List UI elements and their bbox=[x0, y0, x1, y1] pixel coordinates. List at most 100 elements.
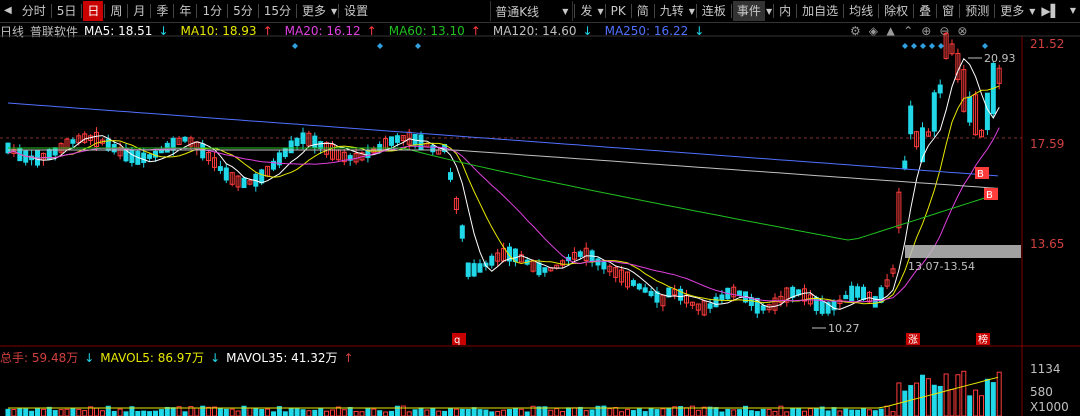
volume-bar bbox=[453, 408, 459, 416]
volume-bar bbox=[489, 411, 495, 416]
volume-bar bbox=[849, 409, 855, 416]
price-axis-top: 21.52 bbox=[1030, 37, 1065, 51]
candle-body bbox=[288, 140, 294, 154]
candle-body bbox=[713, 296, 719, 308]
volume-bar bbox=[560, 410, 566, 416]
volume-bar bbox=[979, 395, 984, 416]
volume-bar bbox=[495, 410, 501, 416]
volume-axis-unit: X1000 bbox=[1030, 400, 1069, 414]
volume-bar bbox=[247, 407, 253, 416]
volume-bar bbox=[701, 406, 707, 416]
candle-body bbox=[931, 92, 937, 132]
volume-bar bbox=[518, 408, 524, 416]
candle-body bbox=[648, 290, 654, 297]
volume-bar bbox=[5, 408, 11, 416]
volume-bar bbox=[660, 408, 666, 416]
candle-body bbox=[902, 160, 908, 170]
volume-bar bbox=[731, 409, 737, 416]
candle-body bbox=[129, 150, 135, 163]
volume-bar bbox=[170, 407, 176, 416]
event-diamond-icon bbox=[929, 43, 935, 49]
volume-bar bbox=[164, 406, 170, 416]
volume-bar bbox=[459, 408, 465, 416]
volume-bar bbox=[318, 407, 324, 416]
volume-bar bbox=[984, 378, 990, 416]
volume-bar bbox=[884, 405, 890, 416]
event-diamond-icon bbox=[292, 43, 298, 49]
candle-body bbox=[819, 300, 825, 314]
event-diamond-icon bbox=[902, 43, 908, 49]
volume-bar bbox=[147, 411, 153, 416]
volume-axis-top: 1134 bbox=[1030, 362, 1061, 376]
volume-bar bbox=[967, 395, 973, 416]
vol-total-dir: ↓ bbox=[84, 350, 95, 365]
volume-bar bbox=[607, 408, 613, 416]
volume-bar bbox=[760, 408, 766, 416]
volume-bar bbox=[412, 409, 418, 416]
volume-bar bbox=[737, 409, 743, 416]
volume-bar bbox=[571, 407, 577, 416]
volume-bar bbox=[566, 407, 571, 416]
vol-mavol5-value: MAVOL5: 86.97万 bbox=[100, 350, 205, 365]
volume-bar bbox=[46, 406, 52, 416]
volume-bar bbox=[477, 409, 483, 416]
volume-bar bbox=[206, 406, 212, 416]
volume-bar bbox=[371, 408, 377, 416]
volume-bar bbox=[766, 409, 772, 416]
candle-body bbox=[394, 135, 400, 143]
marker-zhang: 涨 bbox=[908, 334, 918, 346]
ma60-line bbox=[8, 147, 999, 241]
vol-mavol35-dir: ↑ bbox=[343, 350, 354, 365]
volume-bar bbox=[654, 409, 660, 416]
ma250-line bbox=[7, 102, 999, 177]
volume-bar bbox=[796, 407, 802, 416]
volume-bar bbox=[861, 408, 866, 416]
candle-body bbox=[843, 294, 849, 300]
volume-bar bbox=[359, 411, 365, 416]
candle-body bbox=[872, 296, 878, 308]
candle-body bbox=[707, 303, 713, 309]
volume-bar bbox=[684, 407, 689, 416]
volume-bar bbox=[642, 411, 648, 416]
volume-bar bbox=[843, 408, 849, 416]
candle-body bbox=[855, 286, 861, 298]
volume-bar bbox=[223, 408, 229, 416]
volume-bar bbox=[961, 370, 967, 416]
volume-bar bbox=[235, 410, 241, 416]
candle-body bbox=[813, 296, 819, 312]
volume-bar bbox=[29, 410, 35, 416]
volume-bar bbox=[973, 389, 979, 416]
buy-marker-2: B bbox=[986, 190, 993, 201]
volume-bar bbox=[890, 411, 896, 416]
volume-bar bbox=[512, 408, 518, 416]
candle-body bbox=[601, 261, 607, 270]
volume-bar bbox=[424, 409, 430, 416]
candle-body bbox=[223, 167, 229, 181]
volume-bar bbox=[813, 408, 819, 416]
volume-bar bbox=[347, 406, 353, 416]
volume-bar bbox=[855, 409, 861, 416]
volume-bar bbox=[217, 407, 223, 416]
volume-bar bbox=[141, 410, 147, 416]
volume-bar bbox=[931, 384, 937, 416]
volume-bar bbox=[82, 410, 88, 416]
volume-bar bbox=[943, 373, 949, 416]
volume-bar bbox=[707, 406, 713, 416]
volume-bar bbox=[448, 408, 453, 416]
candle-body bbox=[471, 263, 477, 277]
candle-body bbox=[217, 166, 223, 172]
volume-bar bbox=[996, 371, 1002, 416]
candle-body bbox=[719, 294, 725, 301]
mavol5-line bbox=[8, 376, 999, 409]
candle-body bbox=[937, 84, 943, 94]
volume-bar bbox=[507, 409, 512, 416]
volume-bar bbox=[306, 410, 312, 416]
volume-bar bbox=[135, 411, 141, 416]
candle-body bbox=[241, 177, 247, 189]
volume-bar bbox=[341, 409, 347, 416]
volume-bar bbox=[271, 411, 276, 416]
event-diamond-icon bbox=[938, 43, 944, 49]
volume-bar bbox=[11, 409, 17, 416]
volume-bar bbox=[17, 408, 23, 416]
volume-bar bbox=[35, 408, 40, 416]
